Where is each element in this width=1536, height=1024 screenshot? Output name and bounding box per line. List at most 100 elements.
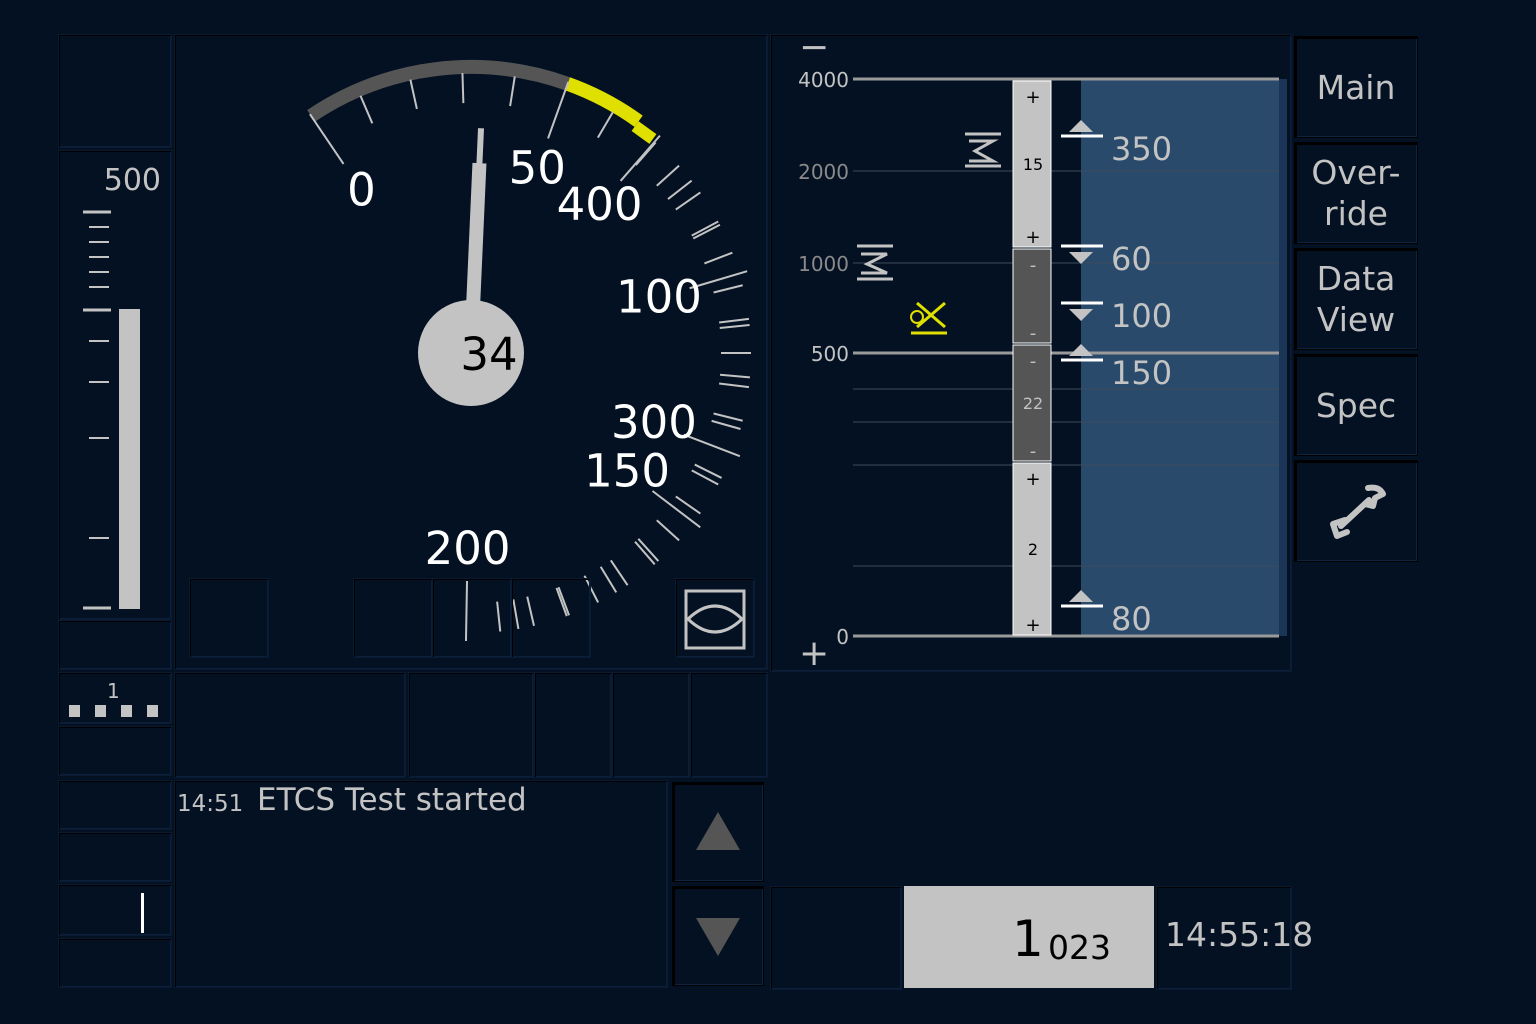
speed-tick: [711, 419, 741, 430]
speedometer-panel: 0 50 100 150 200 300 400 34: [174, 34, 768, 670]
sound-horn-icon: [910, 301, 947, 335]
speed-target-value: 80: [1111, 600, 1152, 638]
speed-tick: [656, 519, 680, 542]
speed-tick: [691, 469, 719, 486]
left-panel-8: [58, 884, 172, 936]
planning-chart: 4000 2000 1000 500 0 +15 + - - - 22 - +2 +350 60 100 150…: [798, 68, 1287, 649]
speed-target-value: 100: [1111, 297, 1172, 335]
current-speed-digits: 34: [460, 328, 517, 381]
clock-panel: 14:55:18: [1156, 886, 1313, 990]
wrench-icon: [1330, 484, 1386, 539]
distance-label: 1000: [798, 252, 849, 276]
speed-tick: [675, 191, 701, 211]
status-panel-5: [690, 672, 768, 778]
spec-button-label: Spec: [1315, 385, 1397, 425]
main-button-label: Main: [1316, 67, 1396, 107]
gradient-value: 2: [1028, 540, 1038, 559]
speed-tick: [704, 251, 733, 265]
track-condition-icon: [965, 132, 1001, 168]
distance-label: 2000: [798, 160, 849, 184]
speed-label: 100: [616, 270, 702, 323]
speed-label: 0: [347, 164, 376, 217]
odometer-big-digits: 1: [1012, 910, 1044, 968]
speed-target-value: 350: [1111, 130, 1172, 168]
gradient-sign: +: [1025, 227, 1040, 248]
speed-tick: [713, 412, 743, 422]
gradient-sign: -: [1030, 441, 1037, 462]
speed-tick: [719, 323, 750, 329]
spec-button[interactable]: Spec: [1294, 354, 1418, 456]
speed-tick: [719, 317, 750, 324]
settings-button[interactable]: [1294, 460, 1418, 562]
speed-label: 150: [584, 445, 670, 498]
speed-tick: [656, 164, 680, 187]
arrow-up-icon: [696, 812, 740, 850]
speed-tick: [359, 95, 374, 124]
override-button-label-1: Over-: [1311, 153, 1401, 192]
left-panel-9: [58, 938, 172, 988]
speed-label: 200: [425, 522, 511, 575]
cursor-bar: [141, 893, 144, 933]
speed-label: 300: [611, 396, 697, 449]
speed-tick: [461, 73, 465, 104]
speed-tick: [309, 113, 345, 165]
speedo-subpanel-3: [432, 578, 512, 658]
planning-area: 4000 2000 1000 500 0 +15 + - - - 22 - +2 +350 60 100 150…: [770, 27, 1292, 674]
distance-label: 0: [836, 625, 849, 649]
message-text: ETCS Test started: [257, 782, 527, 818]
gradient-sign: -: [1030, 351, 1037, 372]
speed-tick: [667, 179, 693, 200]
zoom-in-button[interactable]: +: [799, 633, 829, 674]
target-distance-panel: 500: [58, 150, 172, 620]
speed-arc-grey: [307, 60, 571, 122]
speedo-subpanel-2: [353, 578, 433, 658]
speed-tick: [509, 76, 516, 107]
status-panel-3: [534, 672, 612, 778]
mode-panel[interactable]: [675, 578, 755, 658]
zoom-out-button[interactable]: −: [799, 27, 829, 68]
speed-tick: [599, 566, 618, 593]
gradient-sign: +: [1025, 87, 1040, 108]
data-view-button[interactable]: Data View: [1294, 248, 1418, 350]
scroll-up-button[interactable]: [672, 782, 764, 882]
clock-time: 14:55:18: [1165, 915, 1314, 954]
speedo-subpanel-1: [189, 578, 269, 658]
speed-arc-yellow: [565, 77, 643, 127]
main-button[interactable]: Main: [1294, 36, 1418, 138]
left-panel-5: [58, 726, 172, 776]
override-button[interactable]: Over- ride: [1294, 142, 1418, 244]
speed-tick: [719, 382, 750, 389]
level-panel: 1: [58, 672, 172, 724]
speed-tick: [719, 373, 751, 379]
message-area: 14:51 ETCS Test started: [174, 780, 668, 988]
left-panel-7: [58, 832, 172, 882]
speed-tick: [619, 134, 661, 182]
odometer-small-digits: 023: [1048, 928, 1111, 967]
odometer: 1 023: [904, 886, 1154, 988]
distance-label: 4000: [798, 68, 849, 92]
speed-tick: [713, 284, 743, 294]
status-panel-2: [408, 672, 534, 778]
data-view-button-label-1: Data: [1316, 259, 1396, 298]
scroll-down-button[interactable]: [672, 886, 764, 986]
distance-label: 500: [811, 342, 849, 366]
speed-target-value: 60: [1111, 240, 1152, 278]
speed-target-value: 150: [1111, 354, 1172, 392]
arrow-down-icon: [696, 918, 740, 956]
message-time: 14:51: [177, 791, 244, 817]
gradient-sign: +: [1025, 469, 1040, 490]
status-panel-4: [612, 672, 690, 778]
speed-label: 400: [557, 178, 643, 231]
speed-tick: [609, 559, 629, 586]
speed-tick: [547, 81, 570, 139]
left-top-panel: [58, 34, 172, 148]
speed-tick: [597, 111, 614, 139]
override-button-label-2: ride: [1324, 194, 1388, 233]
gradient-value: 22: [1023, 394, 1043, 413]
data-view-button-label-2: View: [1316, 300, 1396, 339]
left-panel-6: [58, 780, 172, 830]
pasp-edge: [1279, 79, 1287, 636]
speed-tick: [694, 463, 723, 479]
gradient-value: 15: [1023, 155, 1043, 174]
left-panel-3: [58, 620, 172, 670]
